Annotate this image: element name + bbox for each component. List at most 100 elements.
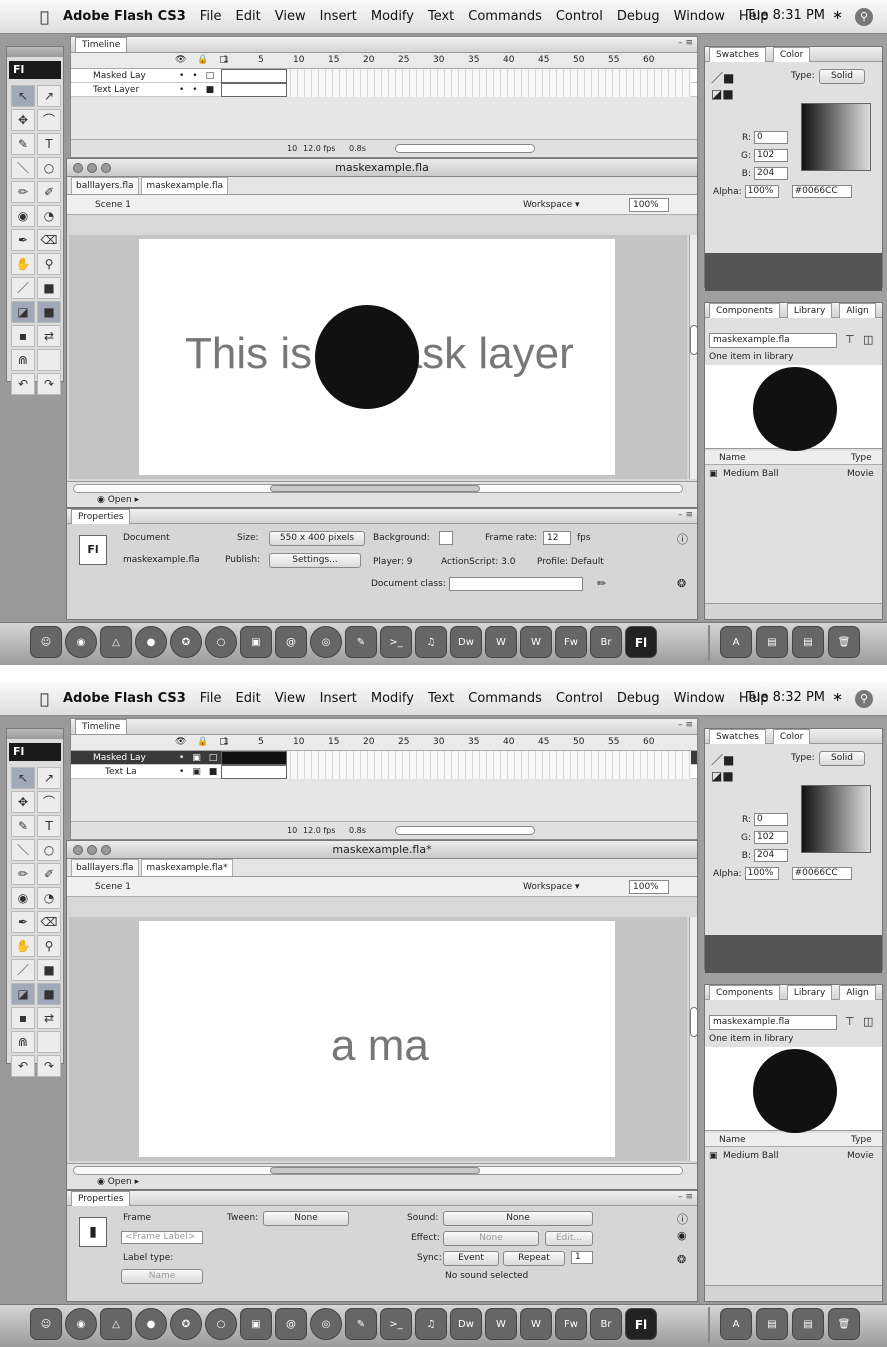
menu-text[interactable]: Text [428,9,454,24]
documents-stack-icon[interactable]: ▤ [756,626,788,658]
pen-tool-icon[interactable]: ✎ [11,133,35,155]
menu-control[interactable]: Control [556,691,603,706]
panel-collapse-icon[interactable]: – ≡ [678,720,693,730]
apple-menu-icon[interactable]:  [40,690,49,708]
menu-modify[interactable]: Modify [371,9,414,24]
menu-window[interactable]: Window [674,9,725,24]
layer-name[interactable]: Masked Lay [93,69,146,83]
layer-row-masked[interactable]: Masked Lay ••□ [71,69,697,83]
lasso-tool-icon[interactable]: ⌒ [37,109,61,131]
ichat-icon[interactable]: ○ [205,1308,237,1340]
panel-collapse-icon[interactable]: – ≡ [678,510,693,520]
pencil-tool-icon[interactable]: ✏ [11,181,35,203]
pencil-tool-icon[interactable]: ✏ [11,863,35,885]
name-column-header[interactable]: Name [719,1133,746,1147]
label-type-select[interactable]: Name [121,1269,203,1284]
edit-sound-button[interactable]: Edit... [545,1231,593,1246]
photos-icon[interactable]: △ [100,626,132,658]
tab-properties[interactable]: Properties [71,1191,131,1206]
tab-color[interactable]: Color [772,47,811,62]
word-icon[interactable]: W [520,1308,552,1340]
open-button[interactable]: ◉ Open ▸ [97,1177,139,1187]
stroke-swatch-icon[interactable]: ■ [37,959,61,981]
downloads-stack-icon[interactable]: ▤ [792,626,824,658]
fireworks-icon[interactable]: Fw [555,626,587,658]
contribute-icon[interactable]: W [485,626,517,658]
snap-magnet-icon[interactable]: ⋒ [11,349,35,371]
iphoto-icon[interactable]: ▣ [240,1308,272,1340]
smooth-icon[interactable]: ↶ [11,1055,35,1077]
scroll-thumb[interactable] [690,1007,698,1037]
applications-folder-icon[interactable]: A [720,1308,752,1340]
help-icon[interactable]: ⓘ [677,531,688,547]
swap-colors-icon[interactable]: ⇄ [37,325,61,347]
spotlight-icon[interactable]: ⚲ [855,8,873,26]
snap-magnet-icon[interactable]: ⋒ [11,1031,35,1053]
apple-menu-icon[interactable]:  [40,8,49,26]
flash-dock-icon[interactable]: Fl [625,1308,657,1340]
trash-icon[interactable]: 🗑 [828,626,860,658]
close-window-button[interactable] [73,845,83,855]
dvd-player-icon[interactable]: ◎ [310,1308,342,1340]
type-select[interactable]: Solid [819,69,865,84]
keyframe-span[interactable] [221,751,287,765]
tab-swatches[interactable]: Swatches [709,729,766,744]
menu-insert[interactable]: Insert [320,691,357,706]
layer-name[interactable]: Text Layer [93,83,139,97]
color-spectrum[interactable] [801,785,871,853]
terminal-icon[interactable]: >_ [380,626,412,658]
itunes-icon[interactable]: ♫ [415,1308,447,1340]
eyedropper-tool-icon[interactable]: ✒ [11,911,35,933]
terminal-icon[interactable]: >_ [380,1308,412,1340]
timeline-scrollbar[interactable] [395,826,535,835]
tools-grip[interactable] [7,729,63,739]
contribute-icon[interactable]: W [485,1308,517,1340]
workspace-menu[interactable]: Workspace ▾ [523,877,580,897]
layer-frames[interactable] [221,83,691,97]
keyframe-span[interactable] [221,69,287,83]
dvd-player-icon[interactable]: ◎ [310,626,342,658]
fill-swatch-icon[interactable]: ■ [37,301,61,323]
itunes-icon[interactable]: ♫ [415,626,447,658]
menu-text[interactable]: Text [428,691,454,706]
frame-ruler[interactable]: 1 5 10 15 20 25 30 35 40 45 50 55 60 [223,737,678,747]
imovie-icon[interactable]: ✎ [345,626,377,658]
frame-label-field[interactable]: <Frame Label> [121,1231,203,1244]
ichat-icon[interactable]: ○ [205,626,237,658]
iphoto-icon[interactable]: ▣ [240,626,272,658]
color-spectrum[interactable] [801,103,871,171]
tab-swatches[interactable]: Swatches [709,47,766,62]
accessibility-icon[interactable]: ❂ [677,1253,686,1266]
menu-edit[interactable]: Edit [236,691,261,706]
help-icon[interactable]: ⓘ [677,1211,688,1227]
lasso-tool-icon[interactable]: ⌒ [37,791,61,813]
workspace-menu[interactable]: Workspace ▾ [523,195,580,215]
tab-align[interactable]: Align [839,985,876,1000]
black-white-icon[interactable]: ▪ [11,1007,35,1029]
brush-tool-icon[interactable]: ✐ [37,181,61,203]
hand-tool-icon[interactable]: ✋ [11,253,35,275]
eyedropper-tool-icon[interactable]: ✒ [11,229,35,251]
pin-library-icon[interactable]: ⊤ [845,333,855,346]
app-name-menu[interactable]: Adobe Flash CS3 [63,9,186,24]
tab-timeline[interactable]: Timeline [75,37,128,52]
stroke-color-icon[interactable]: ／ [11,277,35,299]
document-titlebar[interactable]: maskexample.fla* [67,841,697,859]
bridge-icon[interactable]: Br [590,626,622,658]
scene-label[interactable]: Scene 1 [95,195,131,215]
black-white-icon[interactable]: ▪ [11,325,35,347]
repeat-count-field[interactable]: 1 [571,1251,593,1264]
tab-balllayers[interactable]: balllayers.fla [71,177,139,194]
address-book-icon[interactable]: @ [275,1308,307,1340]
subselection-tool-icon[interactable]: ↗ [37,767,61,789]
mask-ball[interactable] [315,305,419,409]
stage-vertical-scrollbar[interactable] [689,917,698,1161]
masked-stage-text[interactable]: a ma [331,1021,429,1071]
tab-library[interactable]: Library [786,985,833,1000]
straighten-icon[interactable]: ↷ [37,373,61,395]
pen-tool-icon[interactable]: ✎ [11,815,35,837]
zoom-tool-icon[interactable]: ⚲ [37,935,61,957]
name-column-header[interactable]: Name [719,451,746,465]
tab-maskexample[interactable]: maskexample.fla [141,177,229,194]
type-select[interactable]: Solid [819,751,865,766]
